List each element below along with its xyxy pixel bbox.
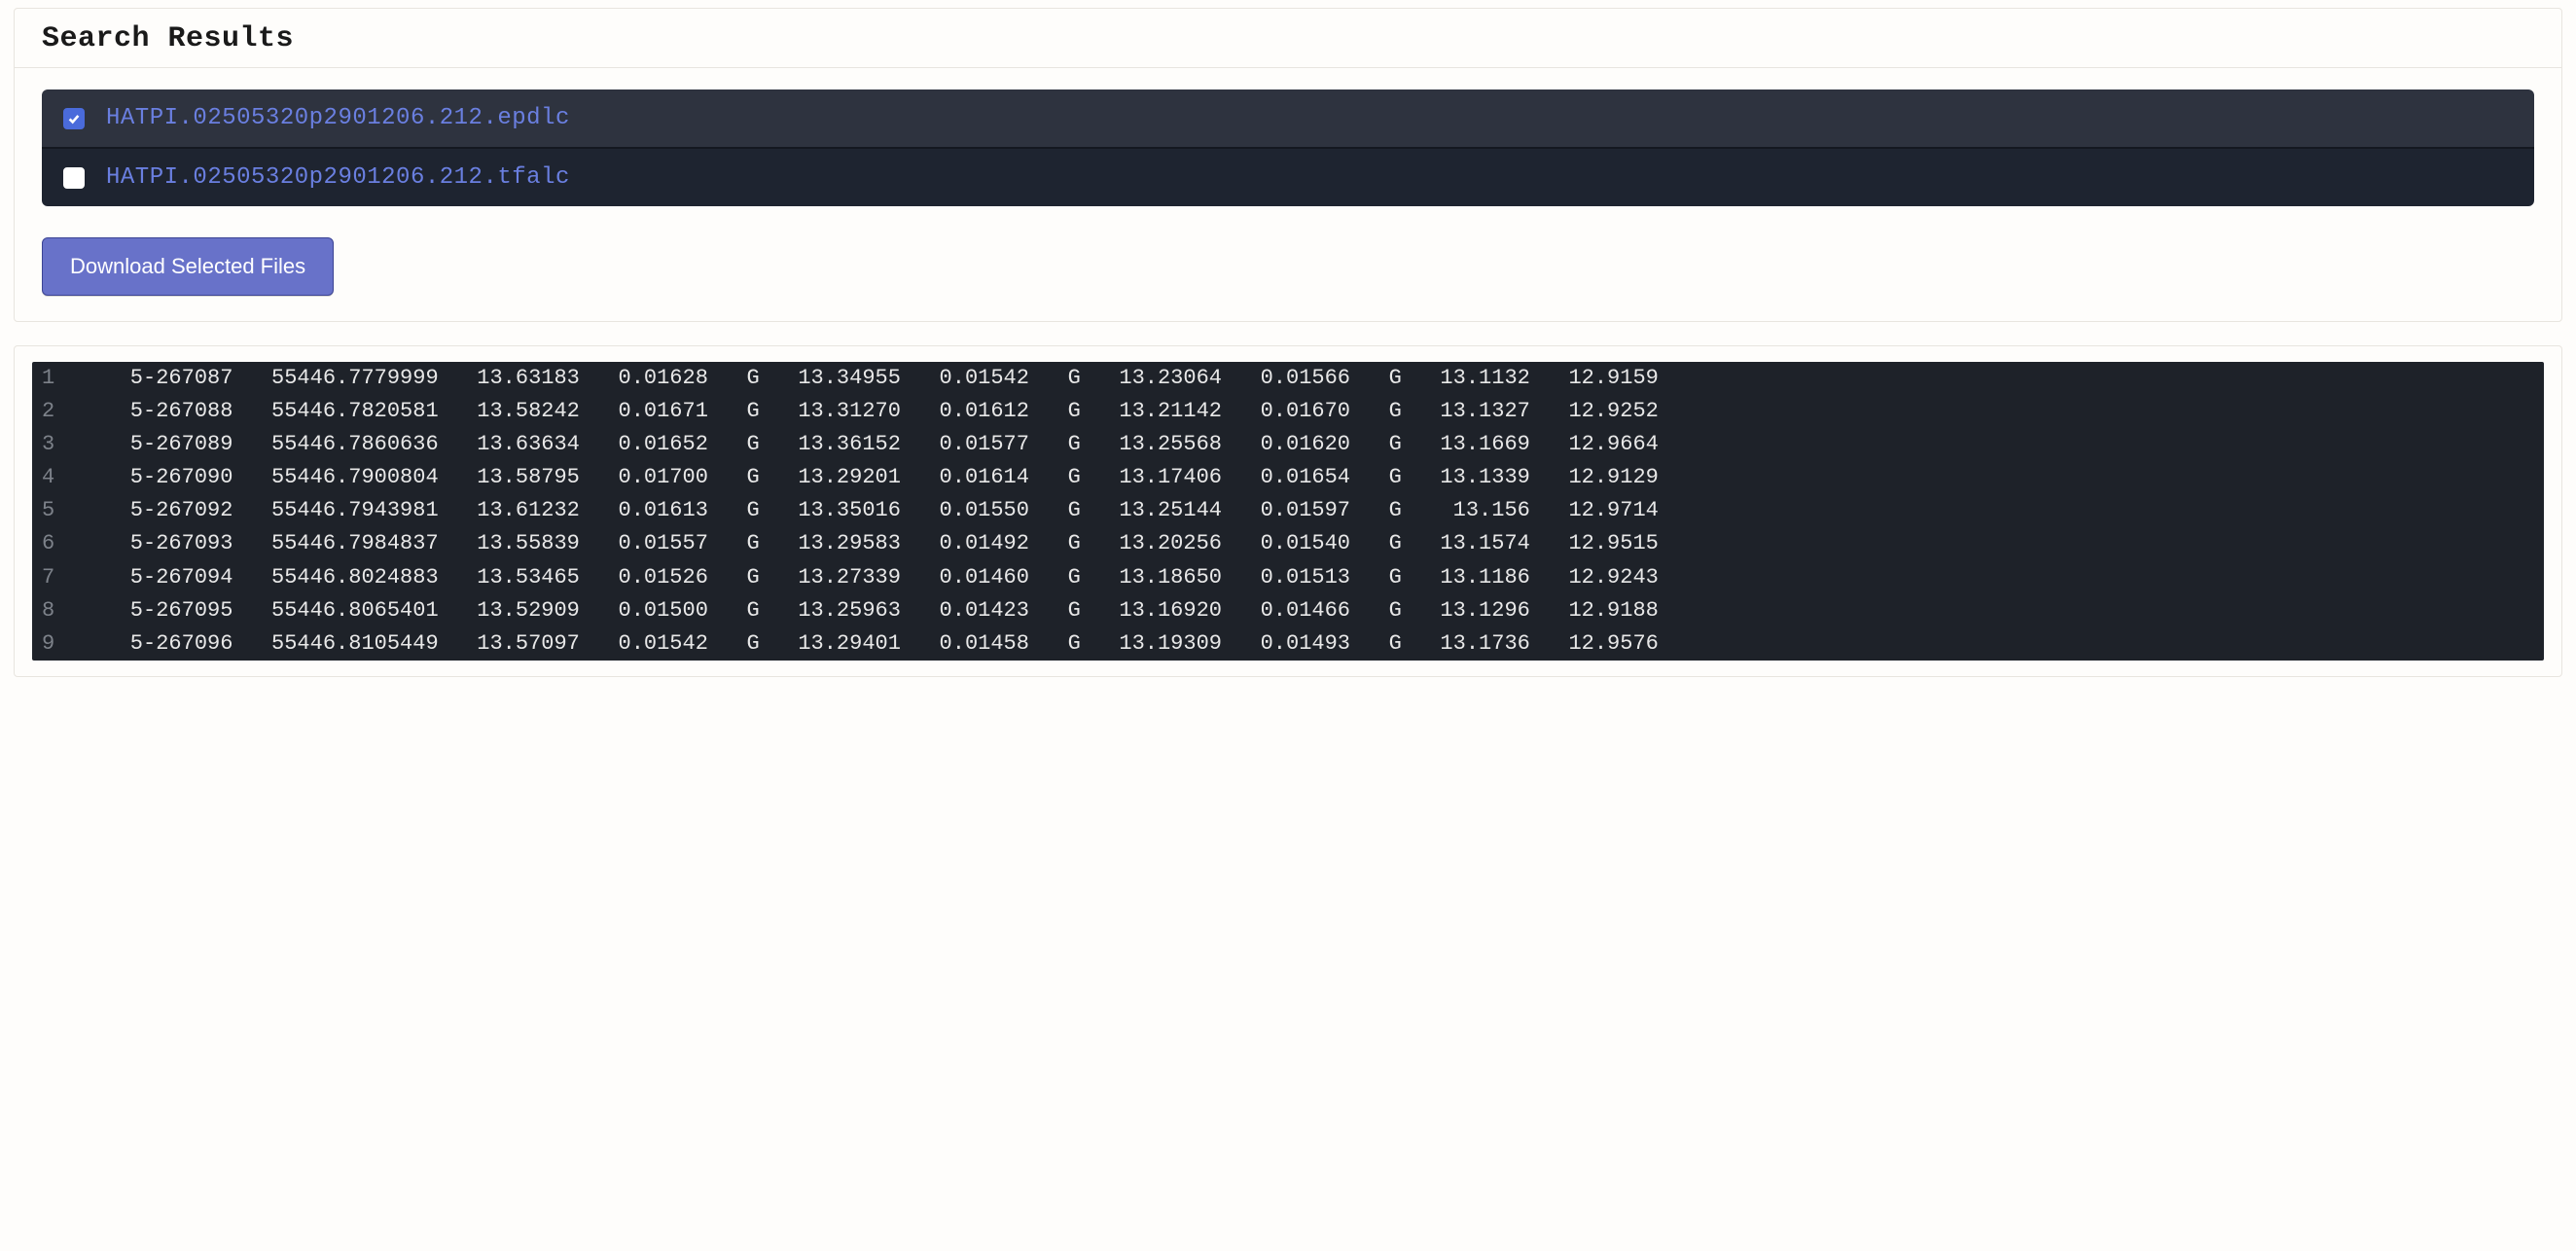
data-row: 4 5-267090 55446.7900804 13.58795 0.0170…: [32, 461, 2544, 494]
panel-header: Search Results: [15, 9, 2561, 68]
panel-body: HATPI.02505320p2901206.212.epdlc HATPI.02…: [15, 68, 2561, 321]
page-title: Search Results: [42, 22, 2534, 55]
data-row-content: 5-267088 55446.7820581 13.58242 0.01671 …: [79, 395, 2544, 428]
file-item[interactable]: HATPI.02505320p2901206.212.tfalc: [42, 147, 2534, 206]
data-row-content: 5-267093 55446.7984837 13.55839 0.01557 …: [79, 527, 2544, 560]
data-row-content: 5-267094 55446.8024883 13.53465 0.01526 …: [79, 561, 2544, 594]
data-row: 9 5-267096 55446.8105449 13.57097 0.0154…: [32, 627, 2544, 661]
data-row: 1 5-267087 55446.7779999 13.63183 0.0162…: [32, 362, 2544, 395]
data-content-block: 1 5-267087 55446.7779999 13.63183 0.0162…: [32, 362, 2544, 661]
data-row-content: 5-267096 55446.8105449 13.57097 0.01542 …: [79, 627, 2544, 661]
data-row: 3 5-267089 55446.7860636 13.63634 0.0165…: [32, 428, 2544, 461]
data-row: 2 5-267088 55446.7820581 13.58242 0.0167…: [32, 395, 2544, 428]
data-row-content: 5-267087 55446.7779999 13.63183 0.01628 …: [79, 362, 2544, 395]
download-selected-button[interactable]: Download Selected Files: [42, 237, 334, 296]
file-checkbox[interactable]: [63, 108, 85, 129]
data-row-content: 5-267089 55446.7860636 13.63634 0.01652 …: [79, 428, 2544, 461]
line-number: 5: [32, 494, 79, 527]
line-number: 1: [32, 362, 79, 395]
line-number: 4: [32, 461, 79, 494]
data-row-content: 5-267092 55446.7943981 13.61232 0.01613 …: [79, 494, 2544, 527]
search-results-panel: Search Results HATPI.02505320p2901206.21…: [14, 8, 2562, 322]
line-number: 9: [32, 627, 79, 661]
file-name-link[interactable]: HATPI.02505320p2901206.212.epdlc: [106, 105, 570, 131]
file-list: HATPI.02505320p2901206.212.epdlc HATPI.02…: [42, 89, 2534, 206]
line-number: 6: [32, 527, 79, 560]
line-number: 2: [32, 395, 79, 428]
file-item[interactable]: HATPI.02505320p2901206.212.epdlc: [42, 89, 2534, 147]
data-preview-panel: 1 5-267087 55446.7779999 13.63183 0.0162…: [14, 345, 2562, 677]
data-row: 5 5-267092 55446.7943981 13.61232 0.0161…: [32, 494, 2544, 527]
data-row: 7 5-267094 55446.8024883 13.53465 0.0152…: [32, 561, 2544, 594]
data-row: 6 5-267093 55446.7984837 13.55839 0.0155…: [32, 527, 2544, 560]
data-row: 8 5-267095 55446.8065401 13.52909 0.0150…: [32, 594, 2544, 627]
data-row-content: 5-267090 55446.7900804 13.58795 0.01700 …: [79, 461, 2544, 494]
line-number: 8: [32, 594, 79, 627]
line-number: 7: [32, 561, 79, 594]
file-name-link[interactable]: HATPI.02505320p2901206.212.tfalc: [106, 164, 570, 191]
check-icon: [67, 112, 81, 125]
data-row-content: 5-267095 55446.8065401 13.52909 0.01500 …: [79, 594, 2544, 627]
file-checkbox[interactable]: [63, 167, 85, 189]
line-number: 3: [32, 428, 79, 461]
